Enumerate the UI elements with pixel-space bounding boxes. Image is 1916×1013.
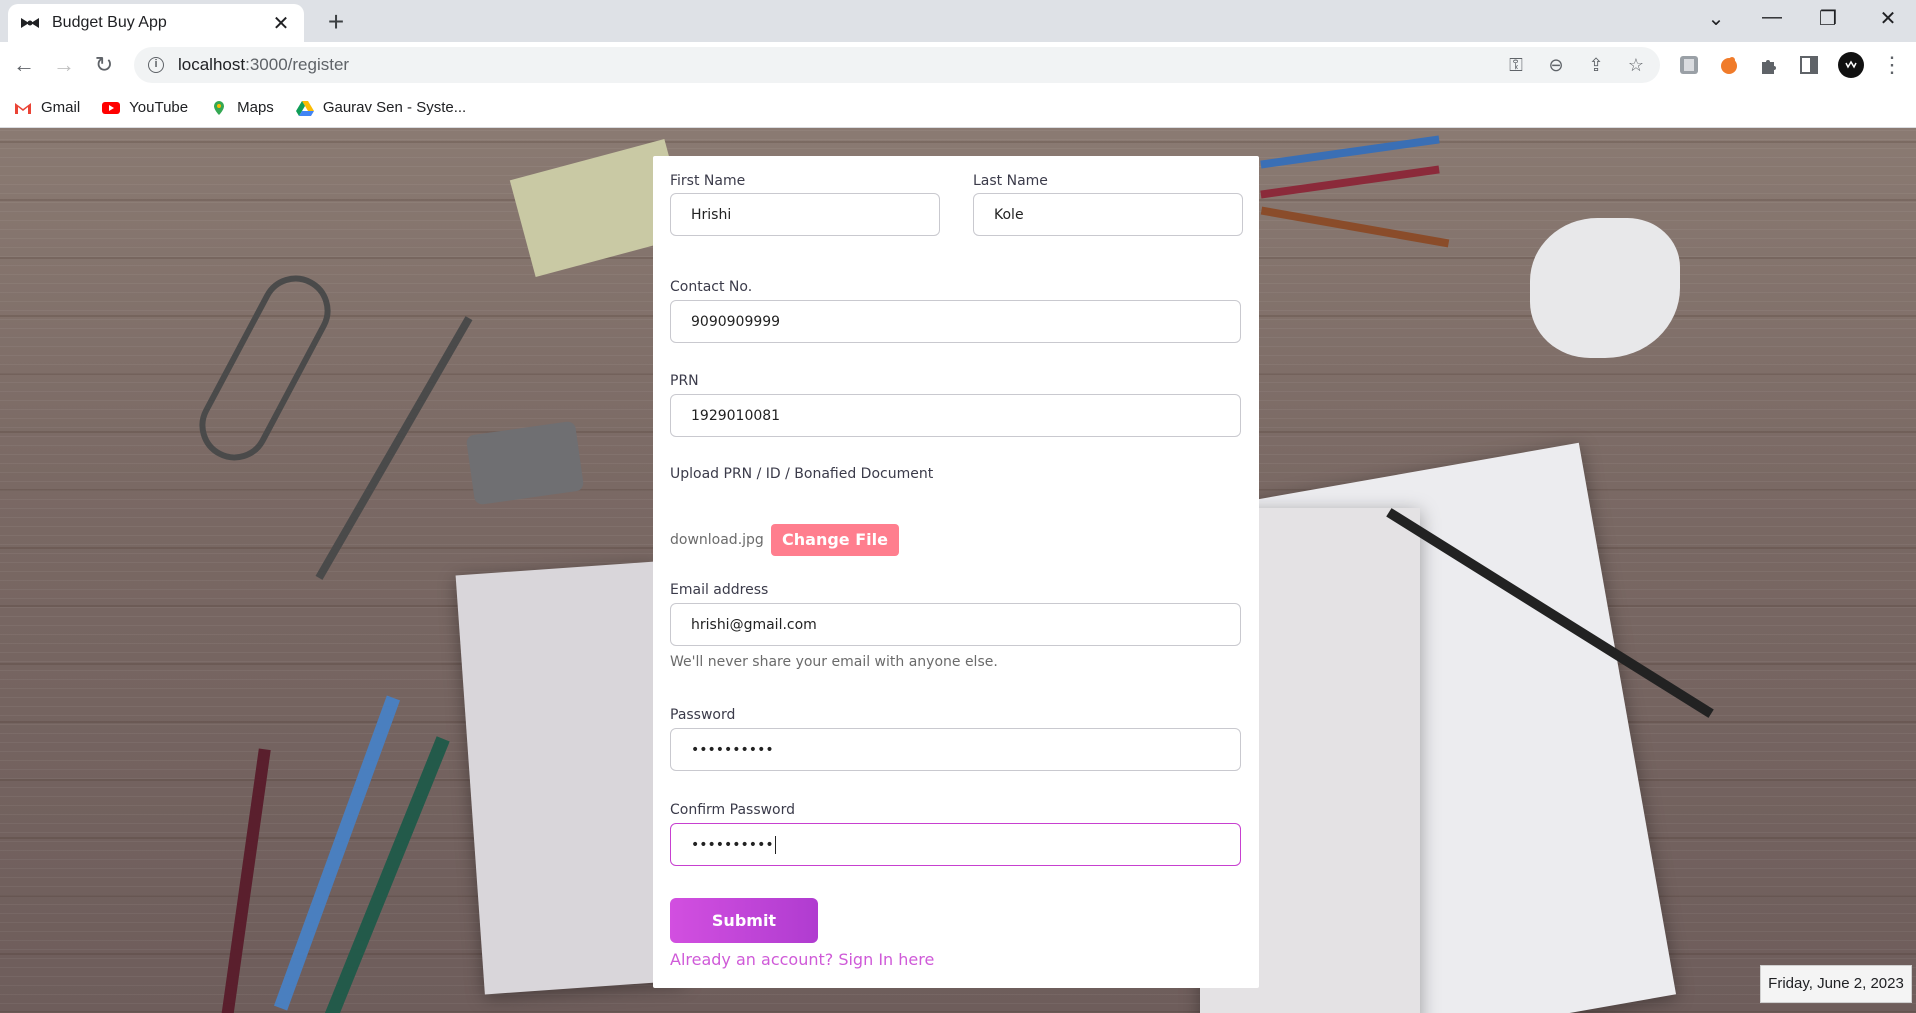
restore-icon[interactable]: ❐ <box>1808 6 1848 31</box>
gmail-icon <box>15 102 31 114</box>
extension-orange-icon[interactable] <box>1718 54 1740 76</box>
registration-form: First Name Hrishi Last Name Kole Contact… <box>653 156 1259 988</box>
binder-clip-decoration <box>465 420 585 506</box>
minimize-icon[interactable]: — <box>1752 6 1792 29</box>
new-tab-button[interactable]: + <box>320 6 352 38</box>
email-value: hrishi@gmail.com <box>691 616 817 633</box>
last-name-label: Last Name <box>973 173 1048 189</box>
bookmarks-bar: Gmail YouTube Maps Gaurav Sen - Syste... <box>0 88 1916 128</box>
tab-title: Budget Buy App <box>52 14 167 31</box>
menu-icon[interactable]: ⋮ <box>1878 51 1906 79</box>
tab-strip: Budget Buy App ✕ + ⌄ — ❐ ✕ <box>0 0 1916 42</box>
confirm-password-label: Confirm Password <box>670 802 796 818</box>
side-panel-icon[interactable] <box>1798 54 1820 76</box>
file-name: download.jpg <box>670 532 764 548</box>
upload-label: Upload PRN / ID / Bonafied Document <box>670 466 934 482</box>
pencil-decoration <box>1260 165 1440 199</box>
bookmark-label: Gaurav Sen - Syste... <box>322 99 467 116</box>
date-tooltip: Friday, June 2, 2023 <box>1760 965 1912 1003</box>
password-input[interactable]: •••••••••• <box>670 728 1241 771</box>
youtube-icon <box>102 101 121 114</box>
avatar[interactable] <box>1838 52 1864 78</box>
clipboard-paper-decoration <box>455 561 685 995</box>
marker-decoration <box>273 695 401 1011</box>
url-host: localhost <box>178 55 246 74</box>
marker-decoration <box>221 748 271 1013</box>
key-icon[interactable]: ⚿ <box>1504 55 1528 76</box>
sign-in-link[interactable]: Already an account? Sign In here <box>670 950 934 969</box>
forward-icon[interactable]: → <box>50 51 78 79</box>
prn-input[interactable]: 1929010081 <box>670 394 1241 437</box>
url-path: :3000/register <box>245 55 350 74</box>
zoom-icon[interactable]: ⊖ <box>1544 55 1568 76</box>
email-hint: We'll never share your email with anyone… <box>670 654 998 670</box>
scissors-decoration <box>187 263 343 473</box>
confirm-password-input[interactable]: •••••••••• <box>670 823 1241 866</box>
email-input[interactable]: hrishi@gmail.com <box>670 603 1241 646</box>
bookmark-label: YouTube <box>129 99 189 116</box>
last-name-value: Kole <box>994 206 1024 223</box>
address-bar[interactable]: i localhost:3000/register ⚿ ⊖ ⇪ ☆ <box>134 47 1660 83</box>
submit-button[interactable]: Submit <box>670 898 818 943</box>
bookmark-maps[interactable]: Maps <box>210 99 274 116</box>
page-background: First Name Hrishi Last Name Kole Contact… <box>0 128 1916 1013</box>
bookmark-gmail[interactable]: Gmail <box>14 99 80 116</box>
bookmark-label: Gmail <box>41 99 81 116</box>
ruler-decoration <box>315 316 473 580</box>
maps-icon <box>214 100 225 115</box>
contact-value: 9090909999 <box>691 313 781 330</box>
pencil-decoration <box>1260 135 1440 169</box>
share-icon[interactable]: ⇪ <box>1584 55 1608 76</box>
first-name-value: Hrishi <box>691 206 732 223</box>
tab-search-icon[interactable]: ⌄ <box>1696 6 1736 31</box>
bookmark-star-icon[interactable]: ☆ <box>1624 55 1648 76</box>
pencil-decoration <box>1260 206 1450 248</box>
change-file-button[interactable]: Change File <box>771 524 899 556</box>
browser-tab[interactable]: Budget Buy App ✕ <box>8 4 304 42</box>
last-name-input[interactable]: Kole <box>973 193 1243 236</box>
contact-label: Contact No. <box>670 279 753 295</box>
bookmark-gaurav-sen[interactable]: Gaurav Sen - Syste... <box>295 99 467 116</box>
bowtie-icon <box>21 18 39 28</box>
close-tab-icon[interactable]: ✕ <box>270 11 292 36</box>
password-value: •••••••••• <box>691 741 774 758</box>
drive-icon <box>295 100 314 116</box>
marker-decoration <box>324 736 450 1013</box>
prn-value: 1929010081 <box>691 407 781 424</box>
contact-input[interactable]: 9090909999 <box>670 300 1241 343</box>
reload-icon[interactable]: ↻ <box>90 51 118 79</box>
crumpled-paper-decoration <box>1530 218 1680 358</box>
password-label: Password <box>670 707 736 723</box>
bookmark-youtube[interactable]: YouTube <box>102 99 188 116</box>
puzzle-icon[interactable] <box>1758 54 1780 76</box>
extension-profile-icon[interactable] <box>1678 54 1700 76</box>
first-name-label: First Name <box>670 173 746 189</box>
prn-label: PRN <box>670 373 699 389</box>
email-label: Email address <box>670 582 769 598</box>
text-caret <box>774 835 776 854</box>
first-name-input[interactable]: Hrishi <box>670 193 940 236</box>
close-window-icon[interactable]: ✕ <box>1868 6 1908 31</box>
confirm-password-value: •••••••••• <box>691 836 774 853</box>
bookmark-label: Maps <box>237 99 274 116</box>
site-info-icon[interactable]: i <box>148 57 164 73</box>
back-icon[interactable]: ← <box>10 51 38 79</box>
browser-toolbar: ← → ↻ i localhost:3000/register ⚿ ⊖ ⇪ ☆ … <box>0 42 1916 88</box>
